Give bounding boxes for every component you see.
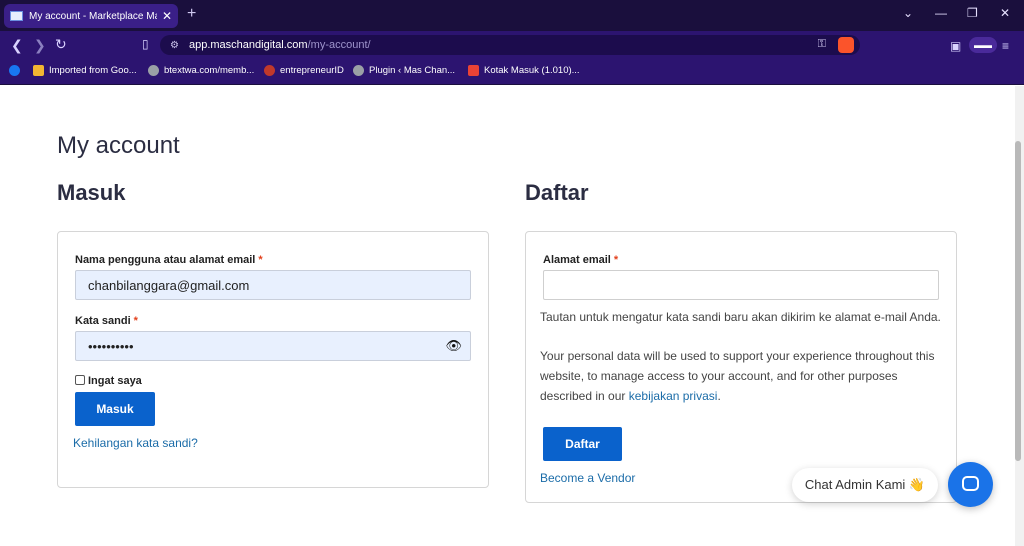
bookmark-label: Kotak Masuk (1.010)... (484, 65, 580, 76)
chat-bubble-icon (962, 476, 979, 491)
bookmark-item[interactable]: btextwa.com/memb... (148, 65, 254, 76)
bookmark-item[interactable]: Plugin ‹ Mas Chan... (353, 65, 455, 76)
restore-icon[interactable]: ❐ (967, 6, 978, 20)
bookmarks-bar: Imported from Goo... btextwa.com/memb...… (0, 59, 1024, 85)
bookmark-icon[interactable]: ▯ (142, 37, 149, 51)
bookmark-item[interactable]: Imported from Goo... (33, 65, 137, 76)
login-heading: Masuk (57, 180, 126, 205)
register-heading: Daftar (525, 180, 589, 205)
back-icon[interactable]: ❮ (11, 37, 23, 54)
facebook-icon[interactable] (9, 65, 25, 76)
plus-icon[interactable]: + (187, 5, 196, 23)
address-bar[interactable]: ⚙ app.maschandigital.com /my-account/ ⚿ (160, 35, 860, 55)
required-mark: * (613, 254, 619, 266)
chat-admin-label[interactable]: Chat Admin Kami 👋 (792, 468, 938, 502)
chevron-down-icon[interactable]: ⌄ (903, 6, 913, 20)
bookmark-item[interactable]: Kotak Masuk (1.010)... (468, 65, 580, 76)
password-key-icon[interactable]: ⚿ (818, 38, 826, 51)
globe-icon (353, 65, 364, 76)
privacy-line-end: . (717, 389, 721, 403)
bookmark-label: entrepreneurID (280, 65, 344, 76)
privacy-line: described in our kebijakan privasi. (540, 386, 934, 406)
register-button[interactable]: Daftar (543, 427, 622, 461)
menu-icon[interactable]: ≡ (1002, 39, 1009, 53)
login-button[interactable]: Masuk (75, 392, 155, 426)
show-password-eye-icon[interactable]: 👁 (445, 338, 462, 354)
folder-icon (33, 65, 44, 76)
globe-icon (148, 65, 159, 76)
browser-tab-bar: My account - Marketplace Mas ✕ + ⌄ — ❐ ✕ (0, 0, 1024, 31)
password-notice: Tautan untuk mengatur kata sandi baru ak… (540, 310, 941, 324)
bookmark-label: btextwa.com/memb... (164, 65, 255, 76)
password-label: Kata sandi * (75, 315, 138, 327)
privacy-text: Your personal data will be used to suppo… (540, 346, 934, 406)
site-icon (264, 65, 275, 76)
brave-shields-icon[interactable] (838, 37, 854, 53)
scrollbar-thumb[interactable] (1015, 141, 1021, 461)
site-settings-icon[interactable]: ⚙ (170, 40, 179, 51)
remember-me-checkbox[interactable] (75, 375, 85, 385)
bookmark-label: Imported from Goo... (49, 65, 137, 76)
required-mark: * (258, 254, 263, 266)
minimize-icon[interactable]: — (935, 6, 947, 20)
email-label: Alamat email * (543, 254, 618, 266)
url-path: /my-account/ (307, 39, 371, 51)
register-email-field[interactable] (543, 270, 939, 300)
remember-me-label: Ingat saya (88, 375, 142, 387)
sidebar-icon[interactable]: ▣ (950, 39, 961, 53)
page-title: My account (57, 132, 180, 159)
forward-icon[interactable]: ❯ (34, 37, 46, 54)
privacy-line: Your personal data will be used to suppo… (540, 349, 935, 363)
password-label-text: Kata sandi (75, 315, 131, 327)
bookmark-item[interactable]: entrepreneurID (264, 65, 344, 76)
privacy-policy-link[interactable]: kebijakan privasi (629, 389, 718, 403)
close-window-icon[interactable]: ✕ (1000, 6, 1010, 20)
gmail-icon (468, 65, 479, 76)
page-scrollbar[interactable] (1015, 86, 1024, 546)
close-tab-icon[interactable]: ✕ (162, 9, 172, 23)
password-field[interactable]: •••••••••• 👁 (75, 331, 471, 361)
required-mark: * (133, 315, 138, 327)
privacy-line: website, to manage access to your accoun… (540, 369, 898, 383)
site-favicon-icon (10, 11, 23, 21)
become-vendor-link[interactable]: Become a Vendor (540, 471, 635, 485)
password-value: •••••••••• (88, 339, 134, 354)
username-label: Nama pengguna atau alamat email * (75, 254, 263, 266)
private-glasses-icon[interactable]: ▬▬ (969, 37, 997, 53)
username-label-text: Nama pengguna atau alamat email (75, 254, 256, 266)
privacy-line-start: described in our (540, 389, 629, 403)
chat-open-button[interactable] (948, 462, 993, 507)
url-host: app.maschandigital.com (188, 39, 308, 51)
bookmark-label: Plugin ‹ Mas Chan... (369, 65, 456, 76)
username-field[interactable]: chanbilanggara@gmail.com (75, 270, 471, 300)
tab-title: My account - Marketplace Mas (29, 10, 157, 22)
browser-tab[interactable]: My account - Marketplace Mas ✕ (4, 4, 178, 28)
lost-password-link[interactable]: Kehilangan kata sandi? (73, 436, 198, 450)
reload-icon[interactable]: ↻ (55, 36, 67, 53)
email-label-text: Alamat email (543, 254, 611, 266)
